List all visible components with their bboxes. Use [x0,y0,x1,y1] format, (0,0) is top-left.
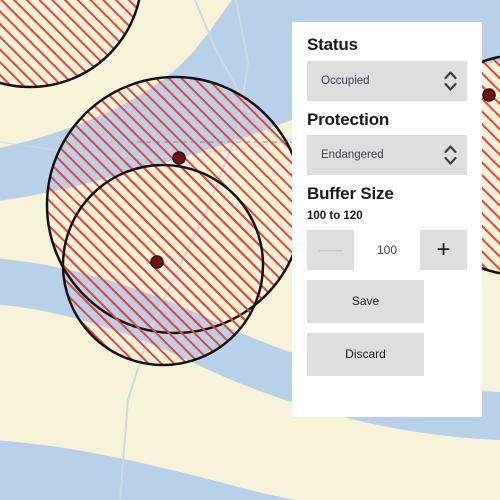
site-marker-right [482,88,496,102]
buffer-size-range-hint: 100 to 120 [307,210,363,223]
attribute-editor-panel: Status Occupied Protection Endangered Bu… [292,22,482,417]
status-select[interactable]: Occupied [307,60,467,101]
save-button[interactable]: Save [307,279,424,323]
buffer-size-decrement-button[interactable]: — [307,229,354,270]
discard-button[interactable]: Discard [307,332,424,376]
buffer-size-input[interactable]: 100 [354,229,420,270]
buffer-size-increment-button[interactable]: + [420,229,467,270]
status-select-value: Occupied [321,74,370,87]
chevron-up-down-icon[interactable] [439,68,461,94]
site-marker-lower [150,255,164,269]
chevron-up-down-icon[interactable] [439,142,461,168]
protection-select[interactable]: Endangered [307,135,467,176]
protection-select-value: Endangered [321,149,384,162]
site-marker-main [172,151,186,165]
status-label: Status [307,35,358,54]
protection-label: Protection [307,109,390,129]
buffer-size-stepper[interactable]: — 100 + [307,229,467,270]
map-editor-screen: Status Occupied Protection Endangered Bu… [0,0,500,500]
buffer-size-label: Buffer Size [307,184,394,204]
